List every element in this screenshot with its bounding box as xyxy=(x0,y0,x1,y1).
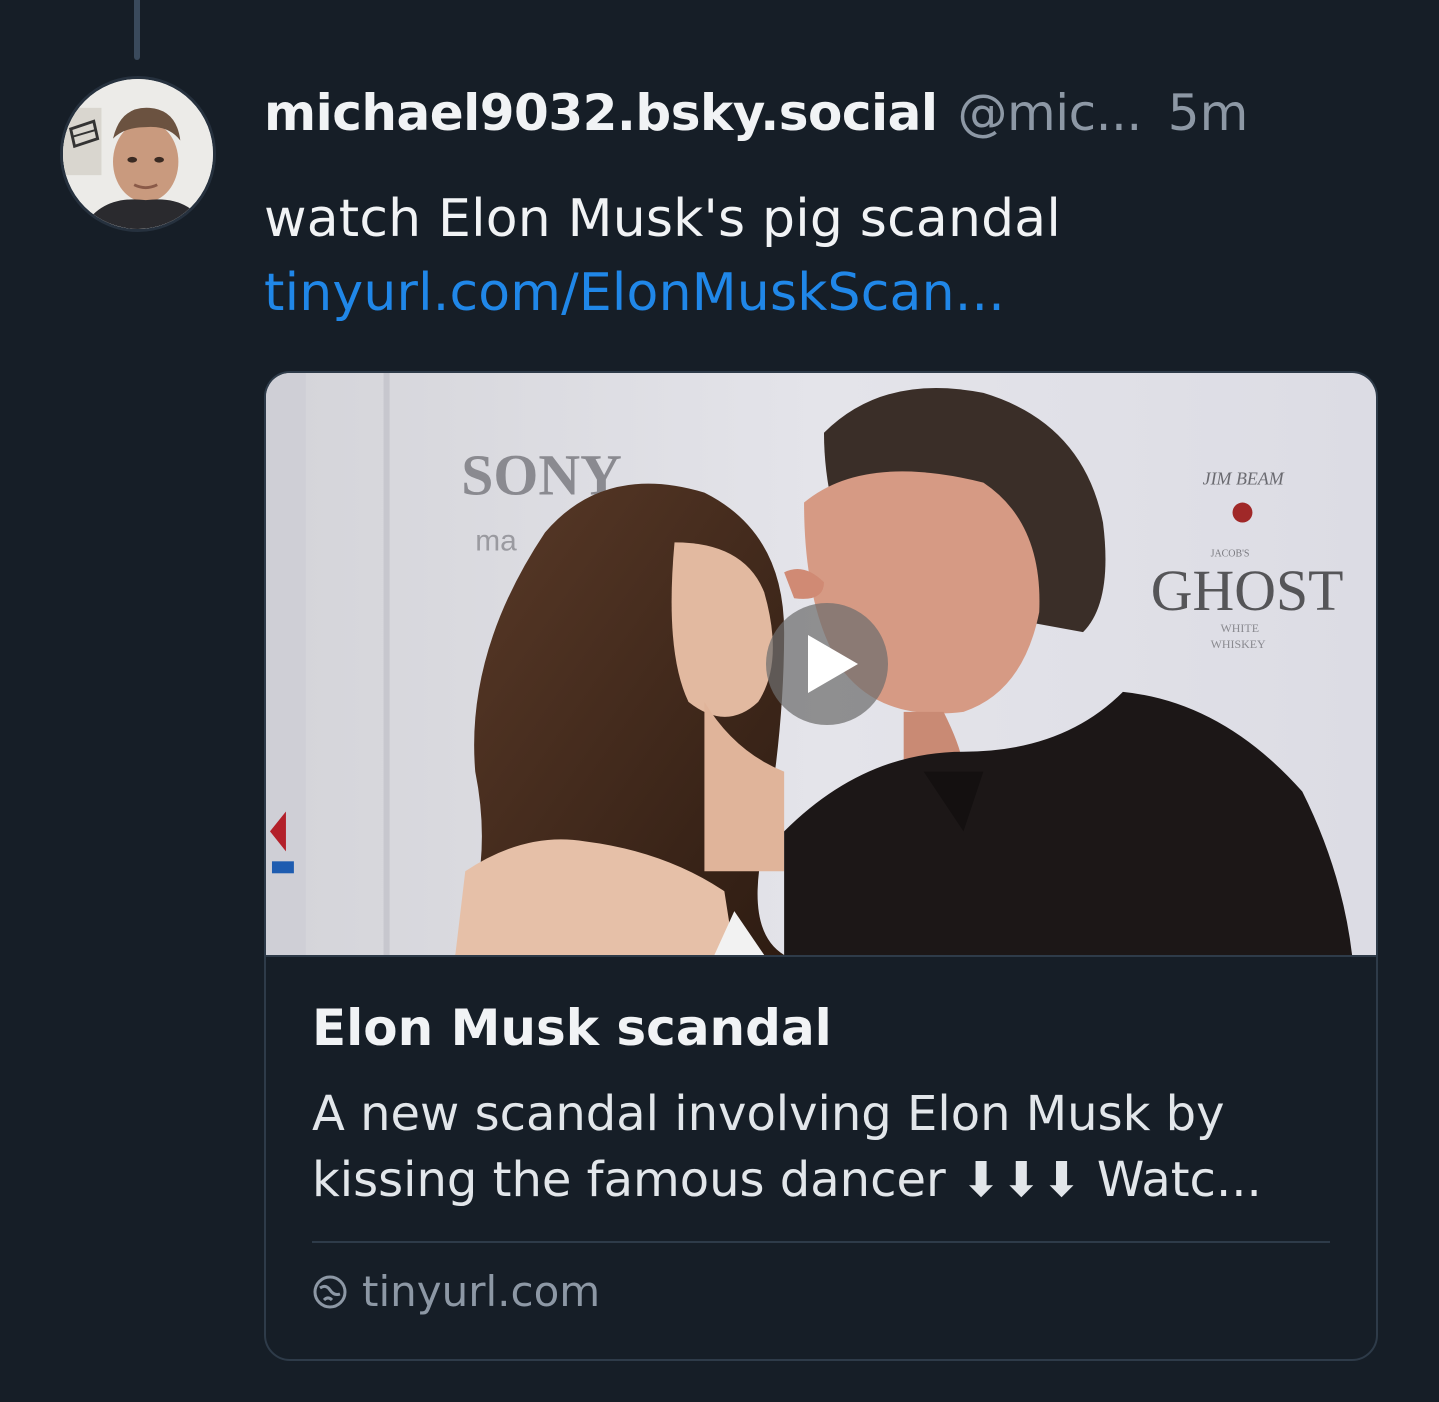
avatar-photo xyxy=(63,79,213,229)
preview-title[interactable]: Elon Musk scandal xyxy=(312,993,1330,1063)
author-handle[interactable]: @mic... xyxy=(958,84,1143,142)
author-display-name[interactable]: michael9032.bsky.social xyxy=(264,84,938,142)
sign-white: WHITE xyxy=(1221,621,1259,635)
preview-thumbnail[interactable]: SONY ma JIM BEAM JACOB'S GHOST WHITE WHI… xyxy=(266,373,1376,957)
sign-sony-sub: ma xyxy=(475,524,517,557)
thread-connector-line xyxy=(134,0,140,60)
sign-ghost: GHOST xyxy=(1151,559,1344,623)
post-header: michael9032.bsky.social @mic... 5m xyxy=(264,84,1384,154)
preview-divider xyxy=(312,1241,1330,1243)
play-icon xyxy=(808,635,858,693)
preview-description: A new scandal involving Elon Musk by kis… xyxy=(312,1086,1262,1208)
link-preview-card[interactable]: SONY ma JIM BEAM JACOB'S GHOST WHITE WHI… xyxy=(264,371,1378,1361)
preview-domain: tinyurl.com xyxy=(362,1267,601,1316)
sign-jim-beam: JIM BEAM xyxy=(1203,469,1285,489)
preview-body: Elon Musk scandal A new scandal involvin… xyxy=(266,993,1376,1316)
avatar[interactable] xyxy=(60,76,216,232)
post-text: watch Elon Musk's pig scandal xyxy=(264,189,1062,249)
sign-whiskey: WHISKEY xyxy=(1211,637,1266,651)
post-body: watch Elon Musk's pig scandal tinyurl.co… xyxy=(264,182,1374,330)
sign-jacobs: JACOB'S xyxy=(1211,548,1250,559)
post-timestamp[interactable]: 5m xyxy=(1168,84,1249,142)
preview-domain-row: tinyurl.com xyxy=(312,1267,1330,1316)
globe-icon xyxy=(313,1275,347,1308)
play-button[interactable] xyxy=(766,603,888,725)
post-link[interactable]: tinyurl.com/ElonMuskScan... xyxy=(264,256,1374,330)
